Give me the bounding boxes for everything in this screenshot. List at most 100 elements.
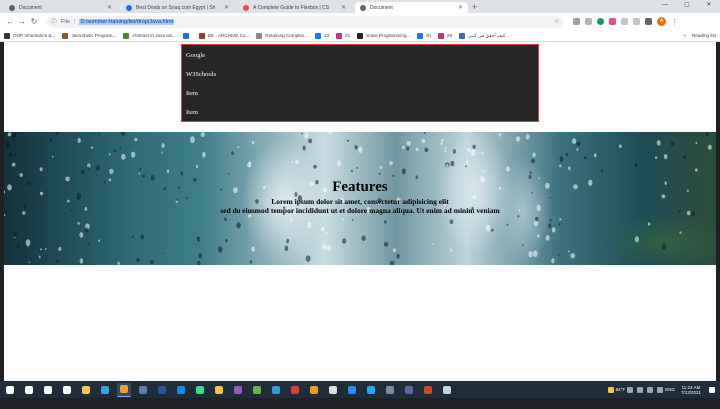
tab-close-icon[interactable]: ✕ — [458, 4, 463, 11]
address-bar[interactable]: ⓘ File | D:/summer-training/list/drop/Ja… — [46, 15, 564, 28]
pdf-icon[interactable] — [288, 383, 302, 397]
dropdown-item[interactable]: Item — [186, 90, 198, 97]
raindrop — [139, 167, 142, 171]
extension-icon[interactable] — [620, 18, 628, 25]
bookmark-item[interactable]: Abstract in Java wit... — [123, 32, 176, 39]
system-tray: 84°F ENG 11:24 AM 7/13/2021 — [606, 385, 717, 395]
bookmark-item[interactable] — [182, 32, 192, 39]
calculator-icon[interactable] — [136, 383, 150, 397]
raindrop — [198, 253, 203, 259]
raindrop — [389, 161, 393, 166]
raindrop — [532, 152, 536, 158]
browser-tab[interactable]: Document ✕ — [355, 2, 468, 13]
dropdown-item[interactable]: W3Schools — [186, 71, 216, 78]
extension-icon[interactable] — [608, 18, 616, 25]
tab-close-icon[interactable]: ✕ — [107, 4, 112, 11]
tray-up-icon[interactable] — [627, 386, 634, 393]
raindrop — [379, 165, 383, 170]
clock[interactable]: 11:24 AM 7/13/2021 — [681, 385, 701, 395]
notifications-icon[interactable] — [709, 386, 715, 393]
puzzle-icon[interactable] — [644, 18, 652, 25]
mail-icon[interactable] — [174, 383, 188, 397]
browser-menu-icon[interactable]: ⋮ — [671, 18, 678, 26]
raindrop — [196, 236, 201, 242]
reading-list-button[interactable]: Reading list — [692, 33, 716, 38]
new-tab-button[interactable]: + — [472, 2, 477, 13]
bookmark-item[interactable]: 29 — [437, 32, 452, 39]
weather-icon[interactable] — [607, 386, 614, 393]
bookmark-item[interactable]: 33 — [314, 32, 329, 39]
bookmark-item[interactable]: OOP Inheritance &... — [4, 32, 55, 39]
chrome-icon[interactable] — [117, 382, 131, 397]
site-info-icon[interactable]: ⓘ — [51, 17, 57, 26]
bookmark-star-icon[interactable]: ☆ — [554, 19, 559, 25]
back-button[interactable]: ← — [4, 17, 16, 26]
raindrop — [440, 141, 443, 145]
bookmarks-overflow-button[interactable]: » — [683, 33, 686, 38]
bookmark-item[interactable]: Retaining Complex... — [256, 32, 308, 39]
powerpoint-icon[interactable] — [421, 383, 435, 397]
headset-icon[interactable] — [307, 383, 321, 397]
raindrop — [284, 245, 289, 252]
tab-favicon-icon — [126, 4, 132, 11]
bookmark-item[interactable]: Java Basic Program... — [62, 32, 116, 39]
weather-text[interactable]: 84°F — [616, 387, 626, 392]
obs-icon[interactable] — [231, 383, 245, 397]
vscode-icon[interactable] — [364, 383, 378, 397]
raindrop — [77, 222, 80, 225]
tab-close-icon[interactable]: ✕ — [341, 4, 346, 11]
maximize-button[interactable]: ▢ — [676, 0, 698, 11]
bookmark-item[interactable]: Solve Programming... — [357, 32, 410, 39]
raindrop — [87, 166, 90, 170]
volume-icon[interactable] — [647, 386, 654, 393]
raindrop — [77, 137, 81, 143]
edge-icon[interactable] — [98, 383, 112, 397]
browser-tab[interactable]: A Complete Guide to Flexbox | CS ✕ — [238, 2, 351, 13]
raindrop — [90, 146, 94, 149]
extension-icon[interactable] — [572, 18, 580, 25]
word-icon[interactable] — [155, 383, 169, 397]
paint-icon[interactable] — [440, 383, 454, 397]
bookmark-item[interactable]: DE - ARCHIVE Co... — [198, 32, 249, 39]
tab-close-icon[interactable]: ✕ — [224, 4, 229, 11]
file-explorer-icon[interactable] — [79, 383, 93, 397]
dropdown-item[interactable]: Item — [186, 109, 198, 116]
screen-bottom-strip — [0, 398, 720, 409]
raindrop — [695, 141, 698, 145]
windows-start-icon[interactable] — [3, 383, 17, 397]
extension-icon[interactable] — [596, 18, 604, 25]
phone-icon[interactable] — [383, 383, 397, 397]
android-studio-icon[interactable] — [193, 383, 207, 397]
leaf-icon[interactable] — [250, 383, 264, 397]
minimize-button[interactable]: — — [654, 0, 676, 11]
extension-icon[interactable] — [584, 18, 592, 25]
bookmark-item[interactable]: RI — [417, 32, 431, 39]
cortana-icon[interactable] — [41, 383, 55, 397]
chrome-alt-icon[interactable] — [326, 383, 340, 397]
browser-tab[interactable]: Best Deals on Souq.com Egypt | Sh ✕ — [121, 2, 234, 13]
zoom-icon[interactable] — [345, 383, 359, 397]
extension-icon[interactable] — [632, 18, 640, 25]
browser-tab[interactable]: Document ✕ — [4, 2, 117, 13]
notes-icon[interactable] — [212, 383, 226, 397]
raindrop — [336, 160, 342, 167]
raindrop — [449, 219, 454, 224]
raindrop — [389, 260, 395, 265]
bookmark-item[interactable]: كيف أحقق في كتبي... — [459, 32, 509, 39]
close-window-button[interactable]: ✕ — [698, 0, 720, 11]
task-view-icon[interactable] — [60, 383, 74, 397]
raindrop — [647, 221, 651, 226]
network-icon[interactable] — [637, 386, 644, 393]
forward-button[interactable]: → — [16, 17, 28, 26]
search-icon[interactable] — [22, 383, 36, 397]
battery-icon[interactable] — [657, 386, 664, 393]
dropdown-item[interactable]: Google — [186, 52, 205, 59]
raindrop — [535, 216, 539, 222]
photos-icon[interactable] — [269, 383, 283, 397]
bookmark-item[interactable]: 31 — [336, 32, 350, 39]
url-text[interactable]: D:/summer-training/list/drop/Java.html — [79, 18, 174, 25]
teams-icon[interactable] — [402, 383, 416, 397]
language-indicator[interactable]: ENG — [665, 387, 675, 392]
profile-avatar[interactable]: A — [657, 17, 666, 26]
reload-button[interactable]: ↻ — [28, 17, 40, 26]
